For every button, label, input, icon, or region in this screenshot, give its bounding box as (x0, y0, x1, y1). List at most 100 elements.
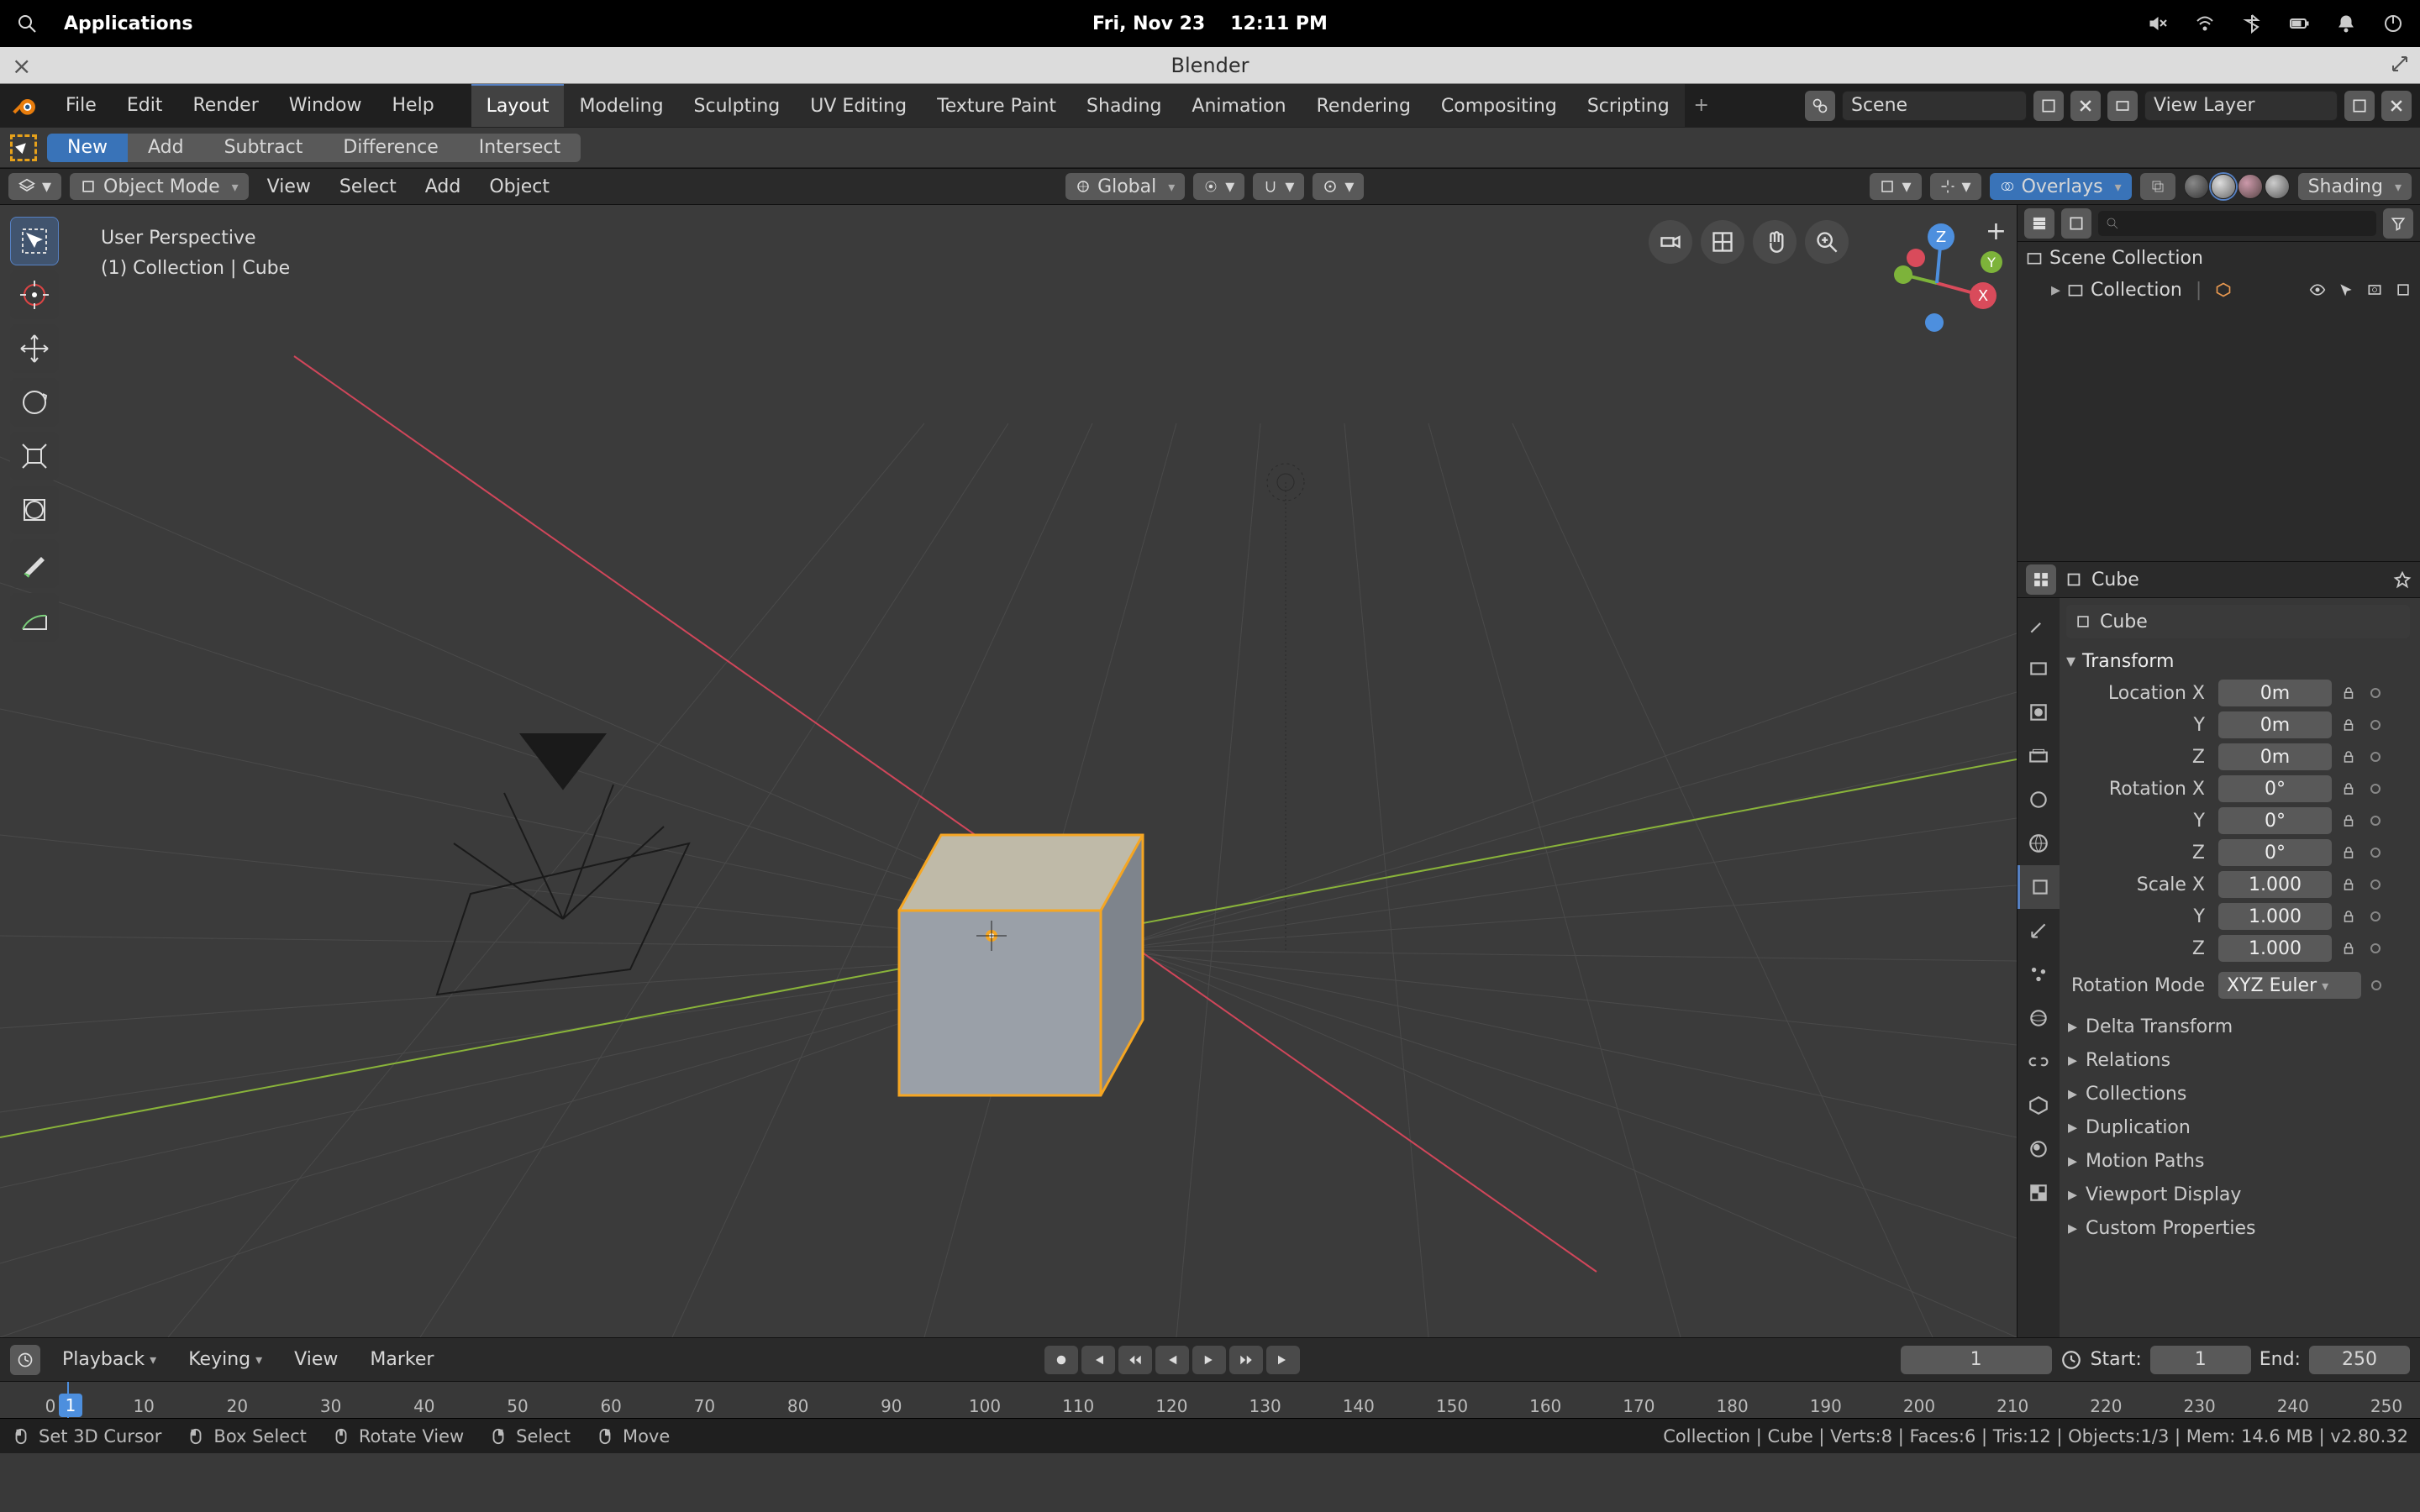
notifications-icon[interactable] (2336, 13, 2356, 34)
workspace-tab-texture-paint[interactable]: Texture Paint (922, 84, 1071, 127)
jump-prev-key[interactable] (1118, 1346, 1152, 1374)
view3d-menu-select[interactable]: Select (329, 176, 407, 197)
add-workspace-button[interactable]: + (1685, 95, 1718, 116)
lock-icon[interactable] (2337, 871, 2360, 898)
panel-motion-paths[interactable]: Motion Paths (2066, 1144, 2410, 1178)
animate-dot[interactable] (2370, 752, 2381, 762)
lock-icon[interactable] (2337, 711, 2360, 738)
nav-pan-icon[interactable] (1753, 220, 1797, 264)
panel-transform-header[interactable]: Transform (2066, 645, 2410, 677)
animate-dot[interactable] (2370, 688, 2381, 698)
lock-icon[interactable] (2337, 935, 2360, 962)
menu-window[interactable]: Window (274, 84, 377, 127)
transform-value-field[interactable]: 0m (2218, 743, 2332, 770)
menu-render[interactable]: Render (177, 84, 273, 127)
mode-dropdown[interactable]: Object Mode (70, 173, 249, 200)
workspace-tab-compositing[interactable]: Compositing (1426, 84, 1572, 127)
nav-view-grid-icon[interactable] (1701, 220, 1744, 264)
active-tool-icon[interactable] (10, 134, 37, 161)
nav-zoom-icon[interactable] (1805, 220, 1849, 264)
ptab-physics[interactable] (2018, 996, 2060, 1040)
outliner-editor-type-dropdown[interactable] (2024, 208, 2054, 239)
rotation-mode-dropdown[interactable]: XYZ Euler (2218, 972, 2361, 999)
object-name-field[interactable]: Cube (2066, 605, 2410, 638)
workspace-tab-layout[interactable]: Layout (471, 84, 565, 127)
cursor-icon[interactable] (2338, 281, 2354, 298)
workspace-tab-scripting[interactable]: Scripting (1572, 84, 1685, 127)
selmode-difference[interactable]: Difference (323, 134, 458, 162)
animate-dot[interactable] (2370, 816, 2381, 826)
animate-dot[interactable] (2370, 911, 2381, 921)
scene-browse-icon[interactable] (1805, 91, 1835, 121)
tool-transform[interactable] (10, 486, 59, 534)
shading-lookdev[interactable] (2238, 174, 2263, 199)
menu-edit[interactable]: Edit (112, 84, 178, 127)
ptab-render[interactable] (2018, 647, 2060, 690)
scene-delete-button[interactable] (2070, 91, 2101, 121)
ptab-tool[interactable] (2018, 603, 2060, 647)
window-close-button[interactable]: × (12, 52, 31, 80)
pin-icon[interactable] (2393, 570, 2412, 589)
frame-end-field[interactable]: 250 (2309, 1346, 2410, 1374)
outliner-tree[interactable]: Scene Collection ▸ Collection | (2018, 242, 2420, 561)
tool-rotate[interactable] (10, 378, 59, 427)
view-layer-field[interactable]: View Layer (2144, 91, 2338, 121)
shading-wireframe[interactable] (2184, 174, 2209, 199)
ptab-particles[interactable] (2018, 953, 2060, 996)
transform-value-field[interactable]: 0m (2218, 680, 2332, 706)
power-icon[interactable] (2383, 13, 2403, 34)
animate-dot[interactable] (2370, 848, 2381, 858)
lock-icon[interactable] (2337, 807, 2360, 834)
viewlayer-new-button[interactable] (2344, 91, 2375, 121)
panel-delta-transform[interactable]: Delta Transform (2066, 1010, 2410, 1043)
animate-dot[interactable] (2370, 879, 2381, 890)
jump-to-end[interactable] (1266, 1346, 1300, 1374)
lock-icon[interactable] (2337, 839, 2360, 866)
play[interactable] (1192, 1346, 1226, 1374)
workspace-tab-uv-editing[interactable]: UV Editing (795, 84, 922, 127)
pivot-dropdown[interactable]: ▾ (1193, 173, 1244, 200)
orientation-dropdown[interactable]: Global (1065, 173, 1185, 200)
bluetooth-icon[interactable] (2242, 13, 2262, 34)
proportional-edit-toggle[interactable]: ▾ (1313, 173, 1364, 200)
timeline-menu-playback[interactable]: Playback (52, 1349, 166, 1370)
selmode-add[interactable]: Add (128, 134, 204, 162)
ptab-object[interactable] (2018, 865, 2060, 909)
workspace-tab-modeling[interactable]: Modeling (564, 84, 678, 127)
selmode-new[interactable]: New (47, 134, 128, 162)
animate-dot[interactable] (2370, 720, 2381, 730)
shading-solid[interactable] (2211, 174, 2236, 199)
ptab-data[interactable] (2018, 1084, 2060, 1127)
tool-select-box[interactable] (10, 217, 59, 265)
timeline-menu-marker[interactable]: Marker (360, 1349, 444, 1370)
tool-scale[interactable] (10, 432, 59, 480)
editor-type-dropdown[interactable]: ▾ (8, 173, 61, 200)
wifi-icon[interactable] (2195, 13, 2215, 34)
holdout-icon[interactable] (2395, 281, 2412, 298)
blender-logo-icon[interactable] (10, 91, 40, 121)
outliner-collection-row[interactable]: ▸ Collection | (2018, 274, 2420, 306)
animate-dot[interactable] (2370, 943, 2381, 953)
tool-annotate[interactable] (10, 539, 59, 588)
xray-toggle[interactable] (2140, 173, 2175, 200)
outliner-filter-button[interactable] (2383, 208, 2413, 239)
animate-rotation-mode[interactable] (2371, 980, 2381, 990)
ptab-constraints[interactable] (2018, 1040, 2060, 1084)
lock-icon[interactable] (2337, 743, 2360, 770)
applications-menu[interactable]: Applications (64, 13, 192, 34)
volume-muted-icon[interactable] (2148, 13, 2168, 34)
object-visibility-dropdown[interactable]: ▾ (1870, 173, 1921, 200)
transform-value-field[interactable]: 0° (2218, 775, 2332, 802)
timeline-ruler[interactable]: 1 01020304050607080901001101201301401501… (0, 1381, 2420, 1418)
selmode-subtract[interactable]: Subtract (204, 134, 324, 162)
workspace-tab-rendering[interactable]: Rendering (1302, 84, 1426, 127)
view3d-menu-view[interactable]: View (257, 176, 321, 197)
timeline-menu-view[interactable]: View (284, 1349, 348, 1370)
jump-to-start[interactable] (1081, 1346, 1115, 1374)
frame-start-field[interactable]: 1 (2150, 1346, 2251, 1374)
ptab-scene[interactable] (2018, 778, 2060, 822)
viewlayer-browse-icon[interactable] (2107, 91, 2138, 121)
ptab-world[interactable] (2018, 822, 2060, 865)
play-reverse[interactable] (1155, 1346, 1189, 1374)
menu-file[interactable]: File (50, 84, 112, 127)
